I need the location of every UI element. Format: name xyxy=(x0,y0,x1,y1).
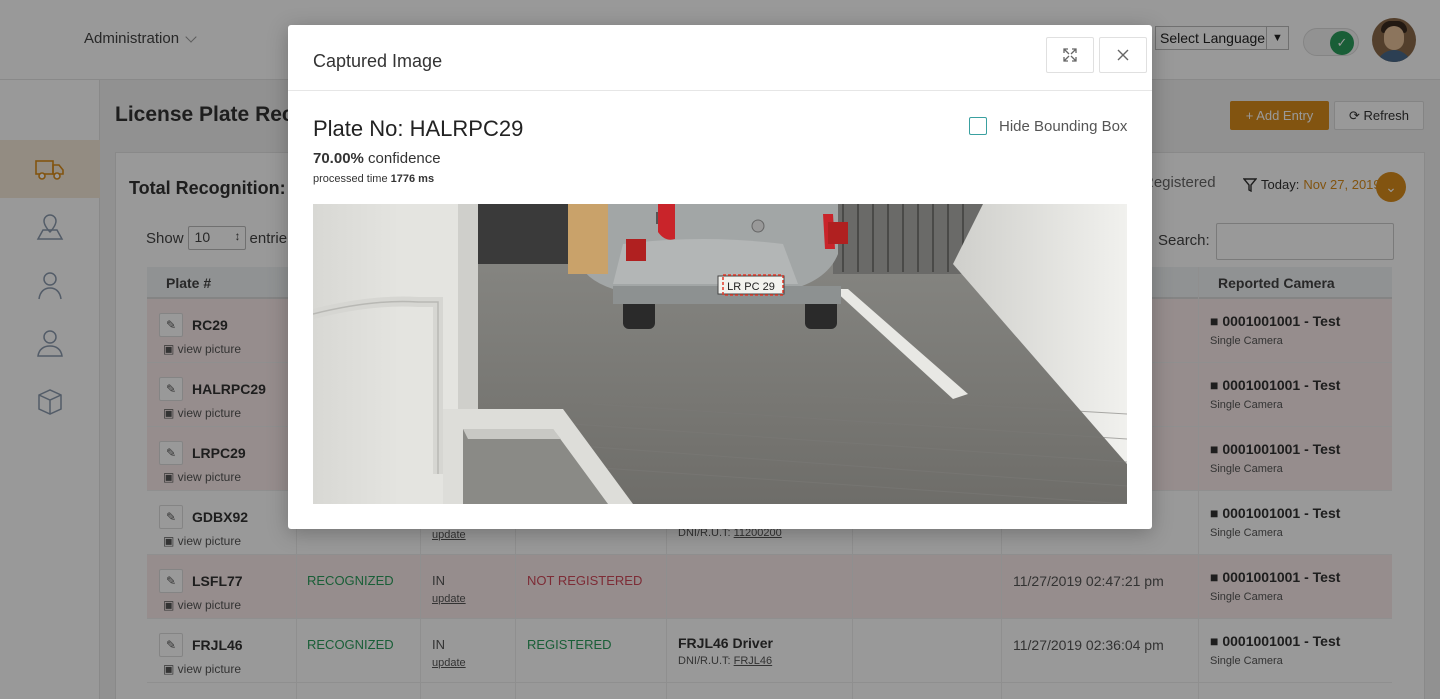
processed-value: 1776 ms xyxy=(390,173,435,185)
modal-header: Captured Image xyxy=(288,25,1152,91)
confidence-value: 70.00% xyxy=(313,150,364,167)
processed-label: processed time xyxy=(313,173,388,185)
photo-plate-text: LR PC 29 xyxy=(727,281,775,293)
plate-number-heading: Plate No: HALRPC29 xyxy=(313,116,523,142)
checkbox[interactable] xyxy=(969,117,987,135)
modal-title: Captured Image xyxy=(313,51,443,71)
close-icon xyxy=(1117,49,1129,61)
close-button[interactable] xyxy=(1099,37,1147,73)
processed-time: processed time 1776 ms xyxy=(313,173,434,185)
expand-icon xyxy=(1063,48,1077,62)
expand-button[interactable] xyxy=(1046,37,1094,73)
plate-label: Plate No: xyxy=(313,116,404,141)
captured-image: LR PC 29 xyxy=(313,204,1127,504)
confidence: 70.00% confidence xyxy=(313,150,441,167)
hide-bounding-box-checkbox[interactable]: Hide Bounding Box xyxy=(969,117,1127,135)
confidence-label: confidence xyxy=(368,150,441,167)
hide-bounding-box-label: Hide Bounding Box xyxy=(999,117,1128,135)
captured-image-modal: Captured Image Plate No: HALRPC29 70.00%… xyxy=(288,25,1152,529)
plate-value: HALRPC29 xyxy=(409,116,524,141)
